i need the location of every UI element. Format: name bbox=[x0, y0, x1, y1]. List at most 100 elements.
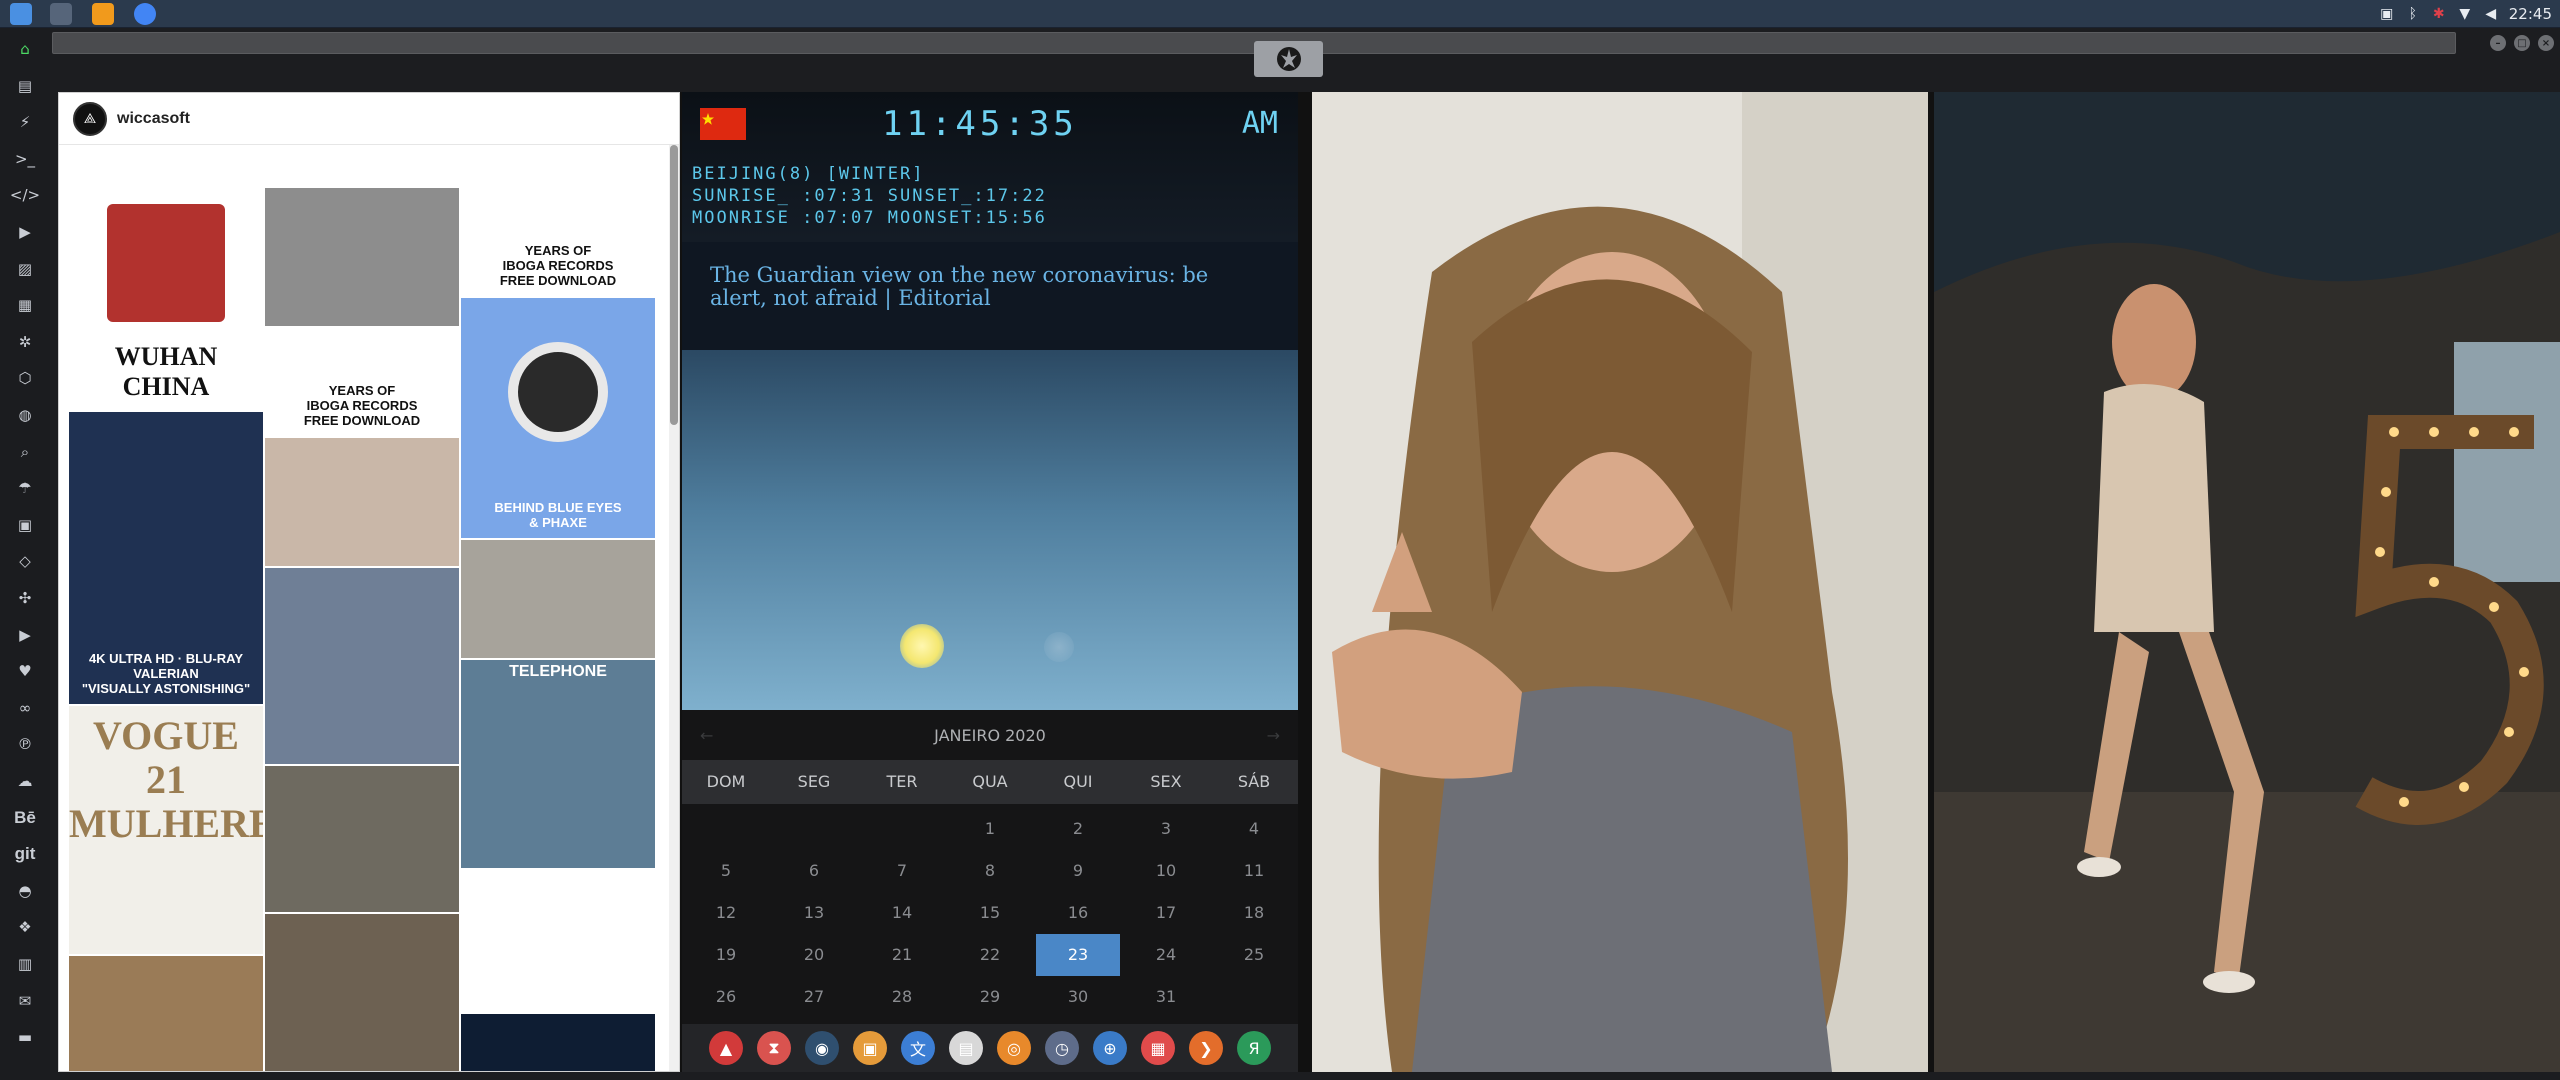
calendar-day[interactable]: 3 bbox=[1122, 808, 1210, 850]
tile-virus[interactable] bbox=[265, 188, 459, 326]
dock-calendar-icon[interactable]: ▦ bbox=[1141, 1031, 1175, 1065]
update-icon[interactable]: ✱ bbox=[2431, 6, 2447, 22]
calendar-day[interactable]: 6 bbox=[770, 850, 858, 892]
tile-biker[interactable] bbox=[69, 956, 263, 1071]
tile-motorbike-couple[interactable] bbox=[265, 766, 459, 912]
search-icon[interactable]: ⌕ bbox=[12, 439, 38, 465]
calendar-day[interactable]: 12 bbox=[682, 892, 770, 934]
pinterest-icon[interactable]: ℗ bbox=[12, 731, 38, 757]
calendar-day[interactable]: 2 bbox=[1034, 808, 1122, 850]
heart-icon[interactable]: ♥ bbox=[12, 658, 38, 684]
calendar-day[interactable]: 10 bbox=[1122, 850, 1210, 892]
dock-yandex-icon[interactable]: Я bbox=[1237, 1031, 1271, 1065]
calendar-day[interactable]: 8 bbox=[946, 850, 1034, 892]
settings-icon[interactable]: ✲ bbox=[12, 329, 38, 355]
calendar-day[interactable]: 7 bbox=[858, 850, 946, 892]
tile-vogue[interactable]: VOGUE 21 MULHERES bbox=[69, 706, 263, 954]
calendar-day[interactable]: 22 bbox=[946, 934, 1034, 976]
tile-gantt[interactable] bbox=[461, 870, 655, 1012]
tile-wuhan-china[interactable]: WUHAN CHINA bbox=[69, 188, 263, 410]
calendar-day[interactable]: 5 bbox=[682, 850, 770, 892]
calendar-day[interactable]: 16 bbox=[1034, 892, 1122, 934]
dock-news-icon[interactable]: ▤ bbox=[949, 1031, 983, 1065]
tile-iboga-1[interactable]: YEARS OF IBOGA RECORDS FREE DOWNLOAD bbox=[461, 188, 655, 296]
files-icon[interactable] bbox=[10, 3, 32, 25]
tile-night-sky[interactable] bbox=[461, 1014, 655, 1071]
calendar-day[interactable]: 30 bbox=[1034, 976, 1122, 1018]
news-title[interactable]: The Guardian view on the new coronavirus… bbox=[710, 264, 1270, 310]
avatar[interactable]: ⟁ bbox=[73, 101, 107, 136]
window-icon[interactable] bbox=[50, 3, 72, 25]
expand-icon[interactable]: ✣ bbox=[12, 585, 38, 611]
tile-valerian[interactable]: 4K ULTRA HD · BLU-RAY VALERIAN "VISUALLY… bbox=[69, 412, 263, 704]
contacts-icon[interactable]: ▣ bbox=[12, 512, 38, 538]
tile-chopper[interactable] bbox=[265, 914, 459, 1071]
map-icon[interactable]: ▥ bbox=[12, 951, 38, 977]
sublime-icon[interactable] bbox=[92, 3, 114, 25]
calendar-day[interactable]: 1 bbox=[946, 808, 1034, 850]
play-icon[interactable]: ▶ bbox=[12, 219, 38, 245]
close-icon[interactable]: × bbox=[2538, 35, 2554, 51]
tile-logo-blue[interactable]: BEHIND BLUE EYES & PHAXE bbox=[461, 298, 655, 538]
calendar-day[interactable]: 19 bbox=[682, 934, 770, 976]
code-icon[interactable]: </> bbox=[10, 182, 40, 208]
calendar-day[interactable]: 25 bbox=[1210, 934, 1298, 976]
news-icon[interactable]: ▦ bbox=[12, 292, 38, 318]
dock-photos-icon[interactable]: ▣ bbox=[853, 1031, 887, 1065]
dock-hourglass-icon[interactable]: ⧗ bbox=[757, 1031, 791, 1065]
chrome-icon[interactable] bbox=[134, 3, 156, 25]
infinity-icon[interactable]: ∞ bbox=[12, 695, 38, 721]
layers-icon[interactable]: ❖ bbox=[12, 914, 38, 940]
next-month-button[interactable]: → bbox=[1267, 726, 1280, 745]
calendar-day[interactable]: 9 bbox=[1034, 850, 1122, 892]
tile-pixel-face[interactable] bbox=[265, 568, 459, 764]
mail-icon[interactable]: ✉ bbox=[12, 988, 38, 1014]
git-icon[interactable]: git bbox=[12, 841, 38, 867]
globe-icon[interactable]: ◍ bbox=[12, 402, 38, 428]
bluetooth-icon[interactable]: ᛒ bbox=[2405, 6, 2421, 22]
clock[interactable]: 22:45 bbox=[2509, 5, 2552, 23]
calendar-day[interactable]: 26 bbox=[682, 976, 770, 1018]
volume-icon[interactable]: ◀ bbox=[2483, 6, 2499, 22]
calendar-day[interactable]: 20 bbox=[770, 934, 858, 976]
dock-app-1-icon[interactable]: ▲ bbox=[709, 1031, 743, 1065]
calendar-day[interactable]: 18 bbox=[1210, 892, 1298, 934]
dock-clock-icon[interactable]: ◷ bbox=[1045, 1031, 1079, 1065]
github-icon[interactable]: ◓ bbox=[12, 878, 38, 904]
bolt-icon[interactable]: ⚡ bbox=[12, 109, 38, 135]
cube-icon[interactable]: ⬡ bbox=[12, 365, 38, 391]
calendar-day[interactable]: 13 bbox=[770, 892, 858, 934]
umbrella-icon[interactable]: ☂ bbox=[12, 475, 38, 501]
calendar-day[interactable]: 27 bbox=[770, 976, 858, 1018]
rebel-alliance-icon[interactable] bbox=[1254, 41, 1323, 77]
tile-rihanna[interactable] bbox=[265, 438, 459, 566]
network-icon[interactable]: ▼ bbox=[2457, 6, 2473, 22]
tile-iboga-2[interactable]: YEARS OF IBOGA RECORDS FREE DOWNLOAD bbox=[265, 328, 459, 436]
dock-arrow-icon[interactable]: ❯ bbox=[1189, 1031, 1223, 1065]
calendar-day[interactable]: 29 bbox=[946, 976, 1034, 1018]
image-icon[interactable]: ▨ bbox=[12, 256, 38, 282]
tile-telephone[interactable]: TELEPHONE bbox=[461, 660, 655, 868]
terminal-icon[interactable]: >_ bbox=[12, 146, 38, 172]
news-headline[interactable]: The Guardian view on the new coronavirus… bbox=[682, 242, 1298, 350]
tile-bezos-mbs[interactable] bbox=[461, 540, 655, 658]
youtube-icon[interactable]: ▶ bbox=[12, 622, 38, 648]
calendar-day[interactable]: 17 bbox=[1122, 892, 1210, 934]
behance-icon[interactable]: Bē bbox=[12, 805, 38, 831]
calendar-day[interactable]: 23 bbox=[1036, 934, 1120, 976]
home-icon[interactable]: ⌂ bbox=[12, 36, 38, 62]
calendar-day[interactable]: 28 bbox=[858, 976, 946, 1018]
dock-earth-icon[interactable]: ◉ bbox=[805, 1031, 839, 1065]
maximize-icon[interactable]: □ bbox=[2514, 35, 2530, 51]
prev-month-button[interactable]: ← bbox=[700, 726, 713, 745]
calendar-day[interactable]: 24 bbox=[1122, 934, 1210, 976]
calendar-day[interactable]: 14 bbox=[858, 892, 946, 934]
username[interactable]: wiccasoft bbox=[117, 110, 190, 128]
document-icon[interactable]: ▤ bbox=[12, 73, 38, 99]
calendar-day[interactable]: 31 bbox=[1122, 976, 1210, 1018]
dock-search-icon[interactable]: ◎ bbox=[997, 1031, 1031, 1065]
minimize-icon[interactable]: – bbox=[2490, 35, 2506, 51]
dock-translate-icon[interactable]: 文 bbox=[901, 1031, 935, 1065]
dock-globe-icon[interactable]: ⊕ bbox=[1093, 1031, 1127, 1065]
chat-icon[interactable]: ▬ bbox=[12, 1024, 38, 1050]
